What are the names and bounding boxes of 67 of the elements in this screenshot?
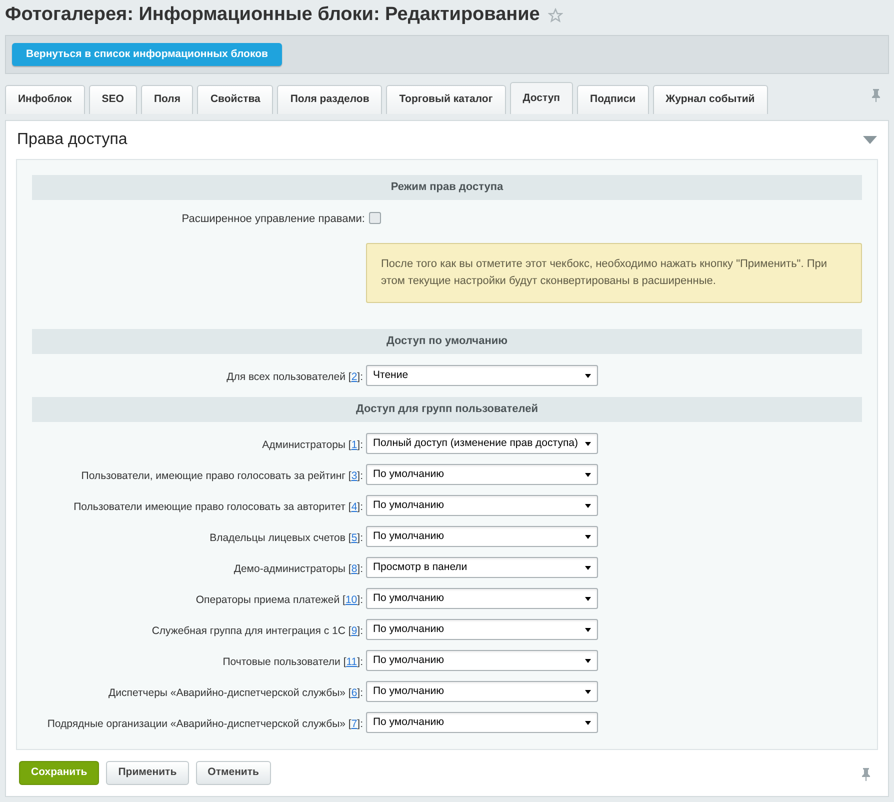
- group-id-link[interactable]: 8: [351, 562, 358, 574]
- tab[interactable]: Торговый каталог: [386, 85, 506, 114]
- caret-icon: [585, 472, 591, 476]
- group-id-link[interactable]: 9: [351, 624, 358, 636]
- access-select[interactable]: Просмотр в панели: [366, 557, 598, 578]
- hint-note: После того как вы отметите этот чекбокс, необходимо нажать кнопку "Применить". При этом текущие настройки будут сконвертированы в расширенные.: [366, 243, 862, 303]
- field-label: Расширенное управление правами:: [182, 213, 365, 225]
- field-label: Администраторы [1]:: [262, 438, 363, 450]
- group-id-link[interactable]: 1: [351, 438, 358, 450]
- caret-icon: [585, 442, 591, 446]
- action-button[interactable]: Применить: [106, 761, 189, 785]
- caret-icon: [585, 534, 591, 538]
- caret-icon: [585, 504, 591, 508]
- tab[interactable]: SEO: [88, 85, 137, 114]
- pin-icon[interactable]: [860, 767, 872, 781]
- group-id-link[interactable]: 7: [351, 718, 358, 730]
- caret-icon: [585, 596, 591, 600]
- star-icon[interactable]: [548, 8, 563, 22]
- caret-icon: [585, 720, 591, 724]
- access-select[interactable]: По умолчанию: [366, 526, 598, 547]
- tab[interactable]: Инфоблок: [5, 85, 85, 114]
- group-id-link[interactable]: 11: [346, 656, 358, 668]
- group-id-link[interactable]: 10: [345, 594, 358, 606]
- access-select[interactable]: По умолчанию: [366, 650, 598, 671]
- access-select[interactable]: По умолчанию: [366, 464, 598, 485]
- page-title: Фотогалерея: Информационные блоки: Редактирование: [5, 2, 540, 27]
- section-header: Доступ по умолчанию: [32, 329, 862, 354]
- tab[interactable]: Доступ: [510, 82, 574, 114]
- access-select[interactable]: Полный доступ (изменение прав доступа): [366, 433, 598, 454]
- tab[interactable]: Поля разделов: [277, 85, 382, 114]
- group-id-link[interactable]: 4: [351, 500, 358, 512]
- action-button[interactable]: Отменить: [196, 761, 271, 785]
- field-label: Демо-администраторы [8]:: [234, 562, 363, 574]
- field-label: Для всех пользователей [2]:: [226, 370, 363, 382]
- access-select[interactable]: Чтение: [366, 365, 598, 386]
- caret-icon: [585, 690, 591, 694]
- field-label: Диспетчеры «Аварийно-диспетчерской службы» [6]:: [108, 686, 363, 698]
- tab[interactable]: Поля: [140, 85, 194, 114]
- access-select[interactable]: По умолчанию: [366, 495, 598, 516]
- section-header: Доступ для групп пользователей: [32, 397, 862, 422]
- tab[interactable]: Подписи: [577, 85, 649, 114]
- field-label: Почтовые пользователи [11]:: [222, 656, 363, 668]
- caret-icon: [585, 658, 591, 662]
- group-id-link[interactable]: 2: [351, 370, 358, 382]
- access-select[interactable]: По умолчанию: [366, 588, 598, 609]
- field-label: Пользователи, имеющие право голосовать за рейтинг [3]:: [81, 470, 363, 482]
- panel-title: Права доступа: [17, 130, 128, 150]
- field-label: Служебная группа для интеграция с 1С [9]:: [152, 624, 363, 636]
- access-select[interactable]: По умолчанию: [366, 681, 598, 702]
- field-label: Подрядные организации «Аварийно-диспетчерской службы» [7]:: [47, 718, 363, 730]
- field-label: Владельцы лицевых счетов [5]:: [210, 532, 363, 544]
- caret-icon: [585, 628, 591, 632]
- group-id-link[interactable]: 5: [351, 532, 358, 544]
- access-select[interactable]: По умолчанию: [366, 619, 598, 640]
- tab[interactable]: Журнал событий: [652, 85, 768, 114]
- collapse-icon[interactable]: [863, 136, 877, 144]
- checkbox[interactable]: [369, 212, 381, 224]
- pin-icon[interactable]: [870, 88, 882, 102]
- tab[interactable]: Свойства: [197, 85, 274, 114]
- caret-icon: [585, 566, 591, 570]
- field-label: Пользователи имеющие право голосовать за авторитет [4]:: [74, 500, 363, 512]
- access-select[interactable]: По умолчанию: [366, 712, 598, 733]
- group-id-link[interactable]: 3: [351, 470, 358, 482]
- caret-icon: [585, 374, 591, 378]
- group-id-link[interactable]: 6: [351, 686, 358, 698]
- section-header: Режим прав доступа: [32, 175, 862, 200]
- field-label: Операторы приема платежей [10]:: [196, 594, 363, 606]
